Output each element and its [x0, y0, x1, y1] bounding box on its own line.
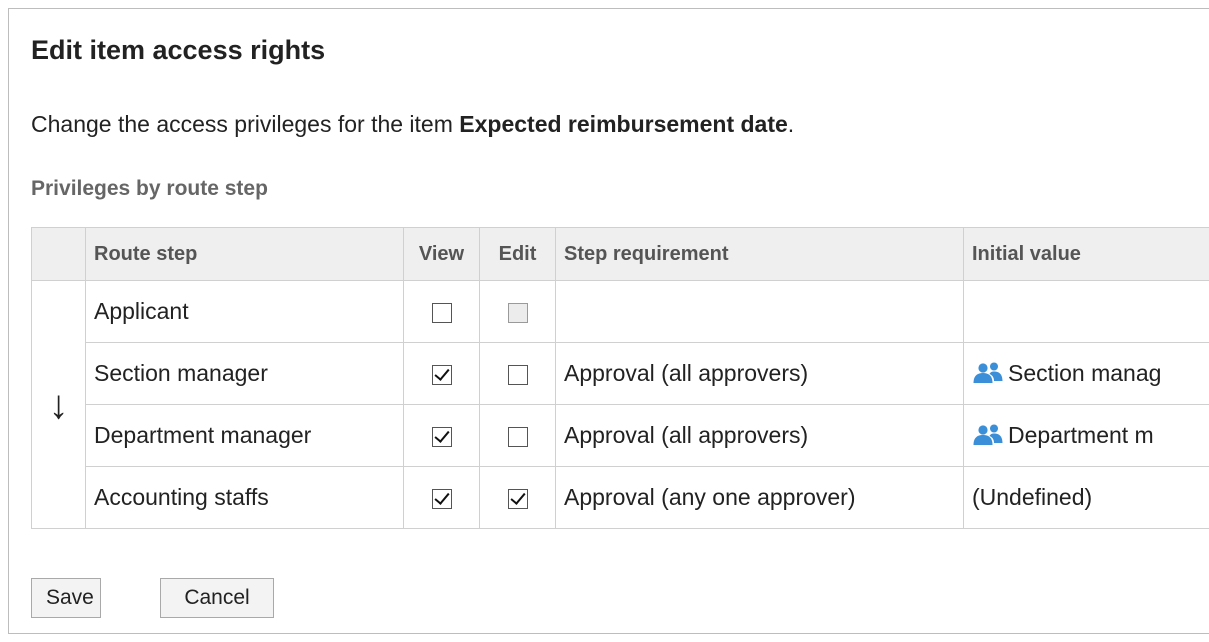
- table-header-row: Route step View Edit Step requirement In…: [31, 227, 1209, 281]
- route-step-cell: Section manager: [85, 342, 404, 405]
- edit-checkbox[interactable]: [507, 364, 528, 385]
- view-cell: [403, 466, 480, 529]
- cancel-button[interactable]: Cancel: [160, 578, 274, 618]
- initial-value-text: Section manag: [1008, 360, 1162, 386]
- table-row: Department manager Approval (all approve…: [32, 404, 1209, 467]
- initial-value-cell: Department m: [963, 404, 1209, 467]
- step-requirement-cell: Approval (all approvers): [555, 342, 964, 405]
- initial-value-cell: (Undefined): [963, 466, 1209, 529]
- edit-checkbox[interactable]: [507, 426, 528, 447]
- privileges-table: Route step View Edit Step requirement In…: [31, 227, 1209, 529]
- route-step-header: Route step: [85, 227, 404, 281]
- save-button[interactable]: Save: [31, 578, 101, 618]
- view-cell: [403, 342, 480, 405]
- view-header: View: [403, 227, 480, 281]
- step-requirement-header: Step requirement: [555, 227, 964, 281]
- initial-value-header: Initial value: [963, 227, 1209, 281]
- view-checkbox[interactable]: [431, 426, 452, 447]
- view-cell: [403, 280, 480, 343]
- view-checkbox[interactable]: [431, 302, 452, 323]
- route-step-cell: Accounting staffs: [85, 466, 404, 529]
- edit-cell: [479, 342, 556, 405]
- arrow-column-header: [31, 227, 86, 281]
- dialog: Edit item access rights Change the acces…: [8, 8, 1209, 634]
- step-requirement-cell: Approval (any one approver): [555, 466, 964, 529]
- table-row: Section manager Approval (all approvers)…: [32, 342, 1209, 405]
- edit-header: Edit: [479, 227, 556, 281]
- edit-cell: [479, 466, 556, 529]
- initial-value-cell: Section manag: [963, 342, 1209, 405]
- table-row: Accounting staffs Approval (any one appr…: [32, 466, 1209, 529]
- edit-checkbox[interactable]: [507, 488, 528, 509]
- table-row: ↓ Applicant: [31, 280, 1209, 529]
- flow-arrow-cell: ↓: [31, 280, 86, 529]
- group-icon: [973, 362, 1003, 383]
- down-arrow-icon: ↓: [48, 382, 69, 427]
- item-name: Expected reimbursement date: [459, 111, 788, 137]
- dialog-title: Edit item access rights: [31, 35, 326, 65]
- view-checkbox[interactable]: [431, 364, 452, 385]
- route-step-cell: Department manager: [85, 404, 404, 467]
- step-requirement-cell: Approval (all approvers): [555, 404, 964, 467]
- initial-value-cell: [963, 280, 1209, 343]
- group-icon: [973, 424, 1003, 445]
- view-cell: [403, 404, 480, 467]
- dialog-description: Change the access privileges for the ite…: [31, 111, 794, 138]
- route-step-cell: Applicant: [85, 280, 404, 343]
- description-suffix: .: [787, 111, 795, 137]
- edit-cell: [479, 404, 556, 467]
- initial-value-text: Department m: [1008, 422, 1154, 448]
- step-requirement-cell: [555, 280, 964, 343]
- edit-checkbox: [507, 302, 528, 323]
- edit-cell: [479, 280, 556, 343]
- section-title: Privileges by route step: [31, 177, 268, 200]
- view-checkbox[interactable]: [431, 488, 452, 509]
- description-prefix: Change the access privileges for the ite…: [31, 111, 460, 137]
